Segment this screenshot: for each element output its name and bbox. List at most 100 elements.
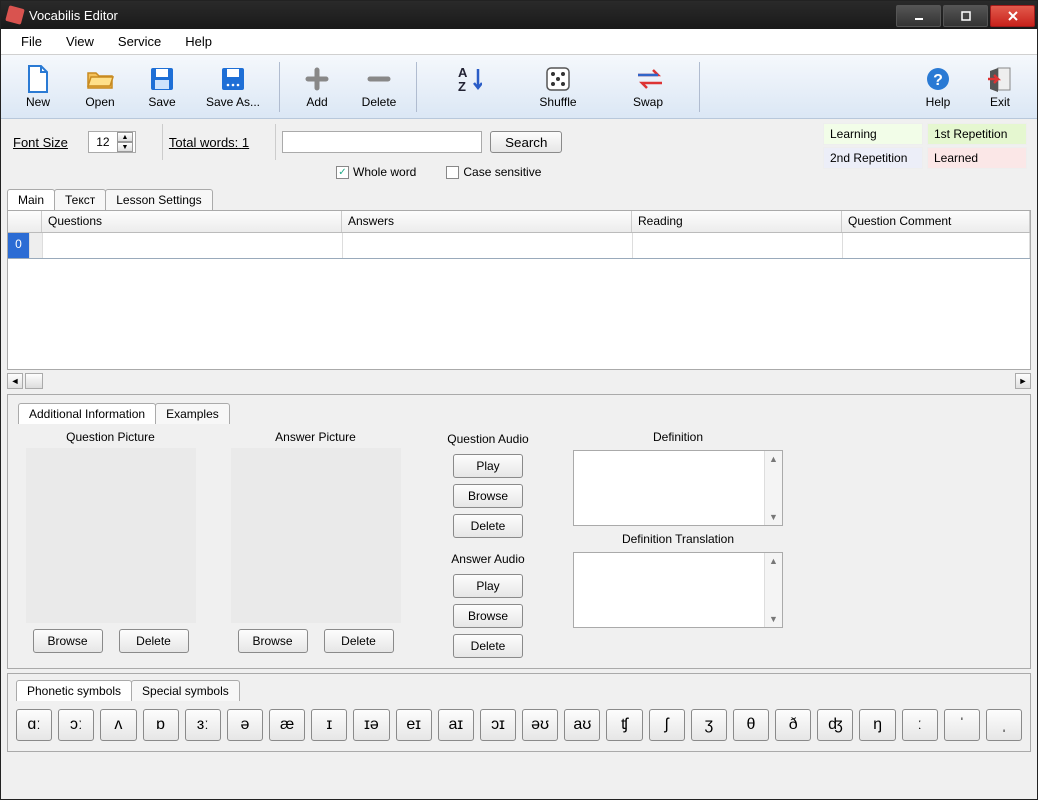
additional-info-panel: Additional Information Examples Question… [7, 394, 1031, 669]
tab-examples[interactable]: Examples [155, 403, 230, 424]
spin-up[interactable]: ▲ [117, 132, 133, 142]
symbol-button-21[interactable]: ː [902, 709, 938, 741]
spin-down[interactable]: ▼ [117, 142, 133, 152]
cell-questions[interactable] [43, 233, 343, 258]
symbol-button-4[interactable]: ɜː [185, 709, 221, 741]
plus-icon [303, 65, 331, 93]
new-button[interactable]: New [7, 57, 69, 117]
symbol-button-12[interactable]: əʊ [522, 709, 558, 741]
symbol-button-16[interactable]: ʒ [691, 709, 727, 741]
grid-header-questions[interactable]: Questions [42, 211, 342, 232]
sort-button[interactable]: AZ [423, 57, 513, 117]
tab-text[interactable]: Текст [54, 189, 106, 210]
definition-translation-textarea[interactable]: ▲▼ [573, 552, 783, 628]
saveas-button[interactable]: Save As... [193, 57, 273, 117]
grid-hscrollbar[interactable]: ◄ ► [7, 372, 1031, 390]
minus-icon [365, 65, 393, 93]
exit-button[interactable]: Exit [969, 57, 1031, 117]
answer-picture-browse[interactable]: Browse [238, 629, 308, 653]
add-button[interactable]: Add [286, 57, 348, 117]
scroll-left-icon[interactable]: ◄ [7, 373, 23, 389]
answer-picture-delete[interactable]: Delete [324, 629, 394, 653]
cell-reading[interactable] [633, 233, 843, 258]
font-size-label[interactable]: Font Size [13, 135, 68, 150]
save-button[interactable]: Save [131, 57, 193, 117]
symbol-button-22[interactable]: ˈ [944, 709, 980, 741]
answer-picture-section: Answer Picture Browse Delete [223, 430, 408, 658]
delete-button[interactable]: Delete [348, 57, 410, 117]
symbol-button-3[interactable]: ɒ [143, 709, 179, 741]
row-selector[interactable] [30, 233, 43, 258]
search-button[interactable]: Search [490, 131, 562, 153]
definition-scrollbar[interactable]: ▲▼ [764, 451, 782, 525]
checkbox-icon [446, 166, 459, 179]
symbol-button-14[interactable]: ʧ [606, 709, 642, 741]
symbol-button-20[interactable]: ŋ [859, 709, 895, 741]
open-button[interactable]: Open [69, 57, 131, 117]
toolbar-separator [416, 62, 417, 112]
font-size-input[interactable] [89, 135, 117, 149]
scroll-right-icon[interactable]: ► [1015, 373, 1031, 389]
symbol-button-1[interactable]: ɔː [58, 709, 94, 741]
symbol-button-0[interactable]: ɑː [16, 709, 52, 741]
symbol-button-9[interactable]: eɪ [396, 709, 432, 741]
saveas-label: Save As... [206, 95, 260, 109]
minimize-button[interactable] [896, 5, 941, 27]
symbol-button-6[interactable]: æ [269, 709, 305, 741]
font-size-spinner[interactable]: ▲ ▼ [88, 131, 136, 153]
symbol-button-8[interactable]: ɪə [353, 709, 389, 741]
tab-lesson-settings[interactable]: Lesson Settings [105, 189, 212, 210]
cell-comment[interactable] [843, 233, 1030, 258]
grid-header-answers[interactable]: Answers [342, 211, 632, 232]
symbol-button-10[interactable]: aɪ [438, 709, 474, 741]
definition-translation-scrollbar[interactable]: ▲▼ [764, 553, 782, 627]
question-audio-play[interactable]: Play [453, 454, 523, 478]
symbol-button-17[interactable]: θ [733, 709, 769, 741]
tab-additional-info[interactable]: Additional Information [18, 403, 156, 424]
question-audio-browse[interactable]: Browse [453, 484, 523, 508]
menu-help[interactable]: Help [173, 31, 224, 52]
symbol-button-11[interactable]: ɔɪ [480, 709, 516, 741]
symbol-button-18[interactable]: ð [775, 709, 811, 741]
question-audio-label: Question Audio [447, 432, 528, 446]
menu-file[interactable]: File [9, 31, 54, 52]
close-button[interactable] [990, 5, 1035, 27]
symbol-button-7[interactable]: ɪ [311, 709, 347, 741]
help-button[interactable]: ? Help [907, 57, 969, 117]
answer-picture-label: Answer Picture [275, 430, 356, 444]
grid-header-reading[interactable]: Reading [632, 211, 842, 232]
symbol-button-15[interactable]: ʃ [649, 709, 685, 741]
answer-audio-browse[interactable]: Browse [453, 604, 523, 628]
question-picture-browse[interactable]: Browse [33, 629, 103, 653]
whole-word-checkbox[interactable]: ✓ Whole word [336, 165, 416, 179]
symbol-button-2[interactable]: ʌ [100, 709, 136, 741]
total-words-label: Total words: 1 [169, 135, 249, 150]
tab-special-symbols[interactable]: Special symbols [131, 680, 240, 701]
question-audio-delete[interactable]: Delete [453, 514, 523, 538]
scroll-thumb[interactable] [25, 373, 43, 389]
menu-service[interactable]: Service [106, 31, 173, 52]
question-picture-box[interactable] [26, 448, 196, 623]
grid-header-comment[interactable]: Question Comment [842, 211, 1030, 232]
symbol-button-5[interactable]: ə [227, 709, 263, 741]
answer-picture-box[interactable] [231, 448, 401, 623]
symbol-button-23[interactable]: ˌ [986, 709, 1022, 741]
answer-audio-play[interactable]: Play [453, 574, 523, 598]
tab-main[interactable]: Main [7, 189, 55, 210]
menu-view[interactable]: View [54, 31, 106, 52]
symbol-button-13[interactable]: aʊ [564, 709, 600, 741]
cell-answers[interactable] [343, 233, 633, 258]
grid-header-index[interactable] [8, 211, 42, 232]
answer-audio-delete[interactable]: Delete [453, 634, 523, 658]
shuffle-button[interactable]: Shuffle [513, 57, 603, 117]
definition-textarea[interactable]: ▲▼ [573, 450, 783, 526]
question-picture-delete[interactable]: Delete [119, 629, 189, 653]
swap-button[interactable]: Swap [603, 57, 693, 117]
maximize-button[interactable] [943, 5, 988, 27]
symbol-button-19[interactable]: ʤ [817, 709, 853, 741]
tab-phonetic-symbols[interactable]: Phonetic symbols [16, 680, 132, 701]
search-input[interactable] [282, 131, 482, 153]
table-row[interactable]: 0 [8, 233, 1030, 259]
case-sensitive-checkbox[interactable]: Case sensitive [446, 165, 541, 179]
swap-icon [634, 65, 662, 93]
